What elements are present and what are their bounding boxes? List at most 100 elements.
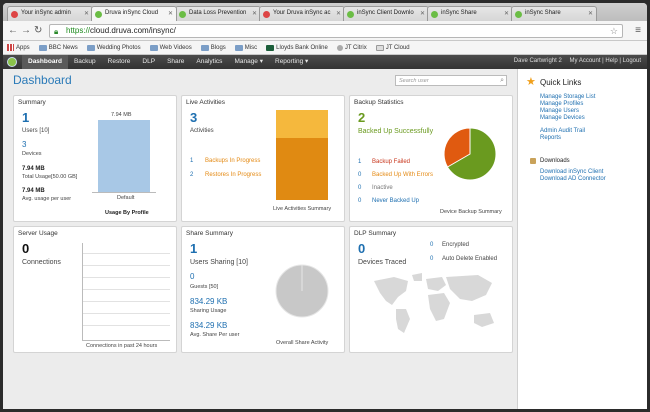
- close-icon[interactable]: ✕: [420, 10, 425, 17]
- account-links[interactable]: My Account | Help | Logout: [570, 58, 642, 64]
- tab-druva-account[interactable]: Your Druva inSync ac ✕: [259, 6, 345, 21]
- tab-insync-share[interactable]: inSync Share ✕: [427, 6, 513, 21]
- grid-line: [83, 277, 170, 278]
- nav-dashboard[interactable]: Dashboard: [22, 55, 68, 69]
- share-pie-chart: [275, 264, 329, 318]
- devices-count[interactable]: 3: [22, 140, 26, 149]
- connections-count[interactable]: 0: [22, 241, 29, 256]
- nav-manage[interactable]: Manage ▾: [228, 55, 269, 69]
- avg-share-value: 834.29 KB: [190, 321, 228, 330]
- share-summary-card: Share Summary 1 Users Sharing [10] 0 Gue…: [181, 226, 345, 353]
- chart-caption: Connections in past 24 hours: [86, 343, 158, 349]
- bookmark-apps[interactable]: Apps: [7, 44, 30, 51]
- chart-caption: Device Backup Summary: [440, 209, 502, 215]
- devices-traced-count[interactable]: 0: [358, 241, 365, 256]
- errors-label[interactable]: Backed Up With Errors: [372, 172, 433, 178]
- backups-segment: [276, 110, 328, 138]
- gmail-icon: [263, 11, 270, 18]
- card-title: DLP Summary: [354, 230, 397, 237]
- folder-icon: [200, 44, 209, 51]
- chart-caption: Overall Share Activity: [276, 340, 329, 346]
- devices-label: Devices: [22, 151, 42, 157]
- bookmark-videos[interactable]: Web Videos: [149, 44, 192, 51]
- tab-dlp[interactable]: Data Loss Prevention ✕: [175, 6, 261, 21]
- lock-icon: 🔒︎: [54, 27, 59, 36]
- encrypted-label: Encrypted: [442, 242, 470, 248]
- search-icon[interactable]: ⌕: [500, 77, 504, 85]
- failed-count[interactable]: 1: [358, 159, 361, 165]
- druva-icon: [347, 11, 354, 18]
- backups-count[interactable]: 1: [190, 158, 193, 164]
- restores-segment: [276, 138, 328, 200]
- bookmark-blogs[interactable]: Blogs: [200, 44, 226, 51]
- url-input[interactable]: 🔒︎ https://cloud.druva.com/insync/ ☆: [49, 24, 623, 38]
- restores-label[interactable]: Restores In Progress: [205, 172, 261, 178]
- activities-count[interactable]: 3: [190, 110, 197, 125]
- menu-icon[interactable]: ≡: [635, 25, 641, 36]
- sharing-users-label: Users Sharing [10]: [190, 259, 248, 266]
- tab-insync-admin[interactable]: Your inSync admin ✕: [7, 6, 93, 21]
- failed-label[interactable]: Backup Failed: [372, 159, 410, 165]
- nav-analytics[interactable]: Analytics: [190, 55, 228, 69]
- bookmark-lloyds[interactable]: Lloyds Bank Online: [266, 44, 328, 51]
- close-icon[interactable]: ✕: [84, 10, 89, 17]
- bookmark-wedding[interactable]: Wedding Photos: [86, 44, 141, 51]
- world-map[interactable]: [368, 271, 502, 341]
- chart-caption: Live Activities Summary: [273, 206, 332, 212]
- north-america-shape: [374, 277, 408, 305]
- forward-icon[interactable]: →: [21, 25, 31, 37]
- inactive-label[interactable]: Inactive: [372, 185, 393, 191]
- total-usage-value: 7.94 MB: [22, 166, 45, 172]
- link-manage-devices[interactable]: Manage Devices: [540, 115, 585, 121]
- close-icon[interactable]: ✕: [588, 10, 593, 17]
- druva-logo-icon[interactable]: [7, 57, 17, 67]
- never-count[interactable]: 0: [358, 198, 361, 204]
- bookmark-star-icon[interactable]: ☆: [610, 25, 618, 37]
- lloyds-icon: [266, 44, 275, 51]
- search-user-input[interactable]: Search user ⌕: [395, 75, 507, 86]
- inactive-count[interactable]: 0: [358, 185, 361, 191]
- nav-restore[interactable]: Restore: [102, 55, 137, 69]
- address-bar: ← → ↻ 🔒︎ https://cloud.druva.com/insync/…: [3, 21, 647, 41]
- card-title: Backup Statistics: [354, 99, 404, 106]
- bookmark-jt-cloud[interactable]: JT Cloud: [375, 44, 410, 51]
- apps-icon: [7, 44, 14, 51]
- users-count[interactable]: 1: [22, 110, 29, 125]
- link-manage-storage[interactable]: Manage Storage List: [540, 94, 595, 100]
- link-manage-users[interactable]: Manage Users: [540, 108, 579, 114]
- guests-count[interactable]: 0: [190, 272, 194, 281]
- errors-count[interactable]: 0: [358, 172, 361, 178]
- autodelete-count[interactable]: 0: [430, 256, 433, 262]
- link-manage-profiles[interactable]: Manage Profiles: [540, 101, 583, 107]
- backed-up-count[interactable]: 2: [358, 110, 365, 125]
- avg-share-label: Avg. Share Per user: [190, 332, 240, 338]
- encrypted-count[interactable]: 0: [430, 242, 433, 248]
- link-reports[interactable]: Reports: [540, 135, 561, 141]
- back-icon[interactable]: ←: [8, 25, 18, 37]
- backed-up-label: Backed Up Successfully: [358, 128, 434, 135]
- reload-icon[interactable]: ↻: [34, 25, 42, 37]
- nav-share[interactable]: Share: [161, 55, 190, 69]
- close-icon[interactable]: ✕: [168, 10, 173, 17]
- nav-dlp[interactable]: DLP: [136, 55, 161, 69]
- never-label[interactable]: Never Backed Up: [372, 198, 419, 204]
- restores-count[interactable]: 2: [190, 172, 193, 178]
- close-icon[interactable]: ✕: [252, 10, 257, 17]
- quick-links-panel: ★ Quick Links Manage Storage List Manage…: [517, 69, 647, 409]
- close-icon[interactable]: ✕: [504, 10, 509, 17]
- bookmark-bbc[interactable]: BBC News: [38, 44, 78, 51]
- close-icon[interactable]: ✕: [336, 10, 341, 17]
- nav-reporting[interactable]: Reporting ▾: [269, 55, 314, 69]
- link-download-client[interactable]: Download inSync Client: [540, 169, 603, 175]
- link-download-ad-connector[interactable]: Download AD Connector: [540, 176, 606, 182]
- bookmark-misc[interactable]: Misc: [234, 44, 257, 51]
- tab-client-download[interactable]: inSync Client Downlo ✕: [343, 6, 429, 21]
- nav-backup[interactable]: Backup: [68, 55, 102, 69]
- tab-insync-share-2[interactable]: inSync Share ✕: [511, 6, 597, 21]
- sharing-users-count[interactable]: 1: [190, 241, 197, 256]
- backups-label[interactable]: Backups In Progress: [205, 158, 260, 164]
- link-audit-trail[interactable]: Admin Audit Trail: [540, 128, 585, 134]
- card-title: Live Activities: [186, 99, 226, 106]
- bookmark-jt-citrix[interactable]: JT Citrix: [336, 44, 367, 51]
- tab-druva-cloud[interactable]: Druva inSync Cloud ✕: [91, 6, 177, 21]
